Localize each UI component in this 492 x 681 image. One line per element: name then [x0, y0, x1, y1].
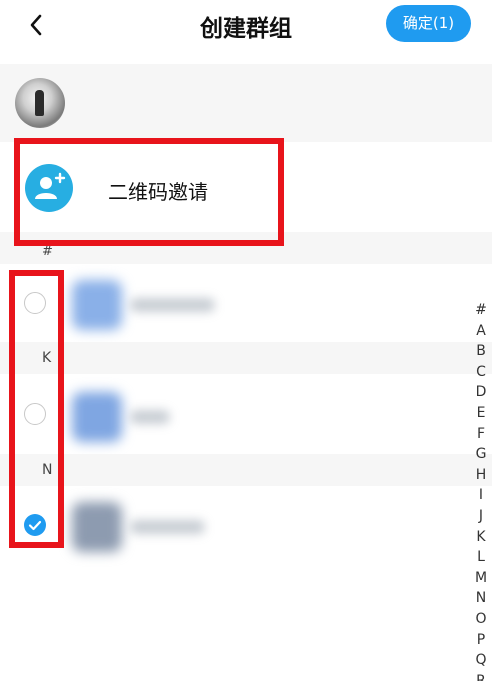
index-letter[interactable]: C: [470, 362, 492, 383]
contact-name-blurred: [130, 520, 205, 534]
confirm-button[interactable]: 确定(1): [386, 5, 471, 42]
index-letter[interactable]: E: [470, 403, 492, 424]
contact-name-blurred: [130, 410, 170, 424]
contact-name-blurred: [130, 298, 215, 312]
highlight-box-qr-invite: [14, 138, 284, 246]
index-letter[interactable]: H: [470, 465, 492, 486]
section-header: K: [0, 342, 492, 374]
contact-avatar: [72, 392, 122, 442]
index-letter[interactable]: L: [470, 547, 492, 568]
index-letter[interactable]: R: [470, 671, 492, 681]
contact-row[interactable]: [0, 374, 470, 452]
index-letter[interactable]: I: [470, 485, 492, 506]
selected-member-avatar[interactable]: [15, 78, 65, 128]
index-letter[interactable]: M: [470, 568, 492, 589]
index-letter[interactable]: N: [470, 588, 492, 609]
section-letter: #: [42, 244, 53, 259]
contact-row[interactable]: [0, 486, 470, 564]
index-letter[interactable]: K: [470, 527, 492, 548]
contact-row[interactable]: [0, 264, 470, 342]
index-letter[interactable]: G: [470, 444, 492, 465]
index-letter[interactable]: D: [470, 382, 492, 403]
index-letter[interactable]: O: [470, 609, 492, 630]
index-letter[interactable]: P: [470, 630, 492, 651]
app-header: 创建群组 确定(1): [0, 0, 492, 52]
index-letter[interactable]: J: [470, 506, 492, 527]
index-letter[interactable]: F: [470, 424, 492, 445]
highlight-box-radios: [9, 270, 64, 548]
contact-avatar: [72, 280, 122, 330]
index-letter[interactable]: Q: [470, 650, 492, 671]
alphabet-index-bar[interactable]: # A B C D E F G H I J K L M N O P Q R: [470, 300, 492, 681]
section-header: N: [0, 454, 492, 486]
selected-members-bar: [0, 64, 492, 142]
index-letter[interactable]: A: [470, 321, 492, 342]
index-letter[interactable]: B: [470, 341, 492, 362]
index-letter[interactable]: #: [470, 300, 492, 321]
contact-avatar: [72, 502, 122, 552]
